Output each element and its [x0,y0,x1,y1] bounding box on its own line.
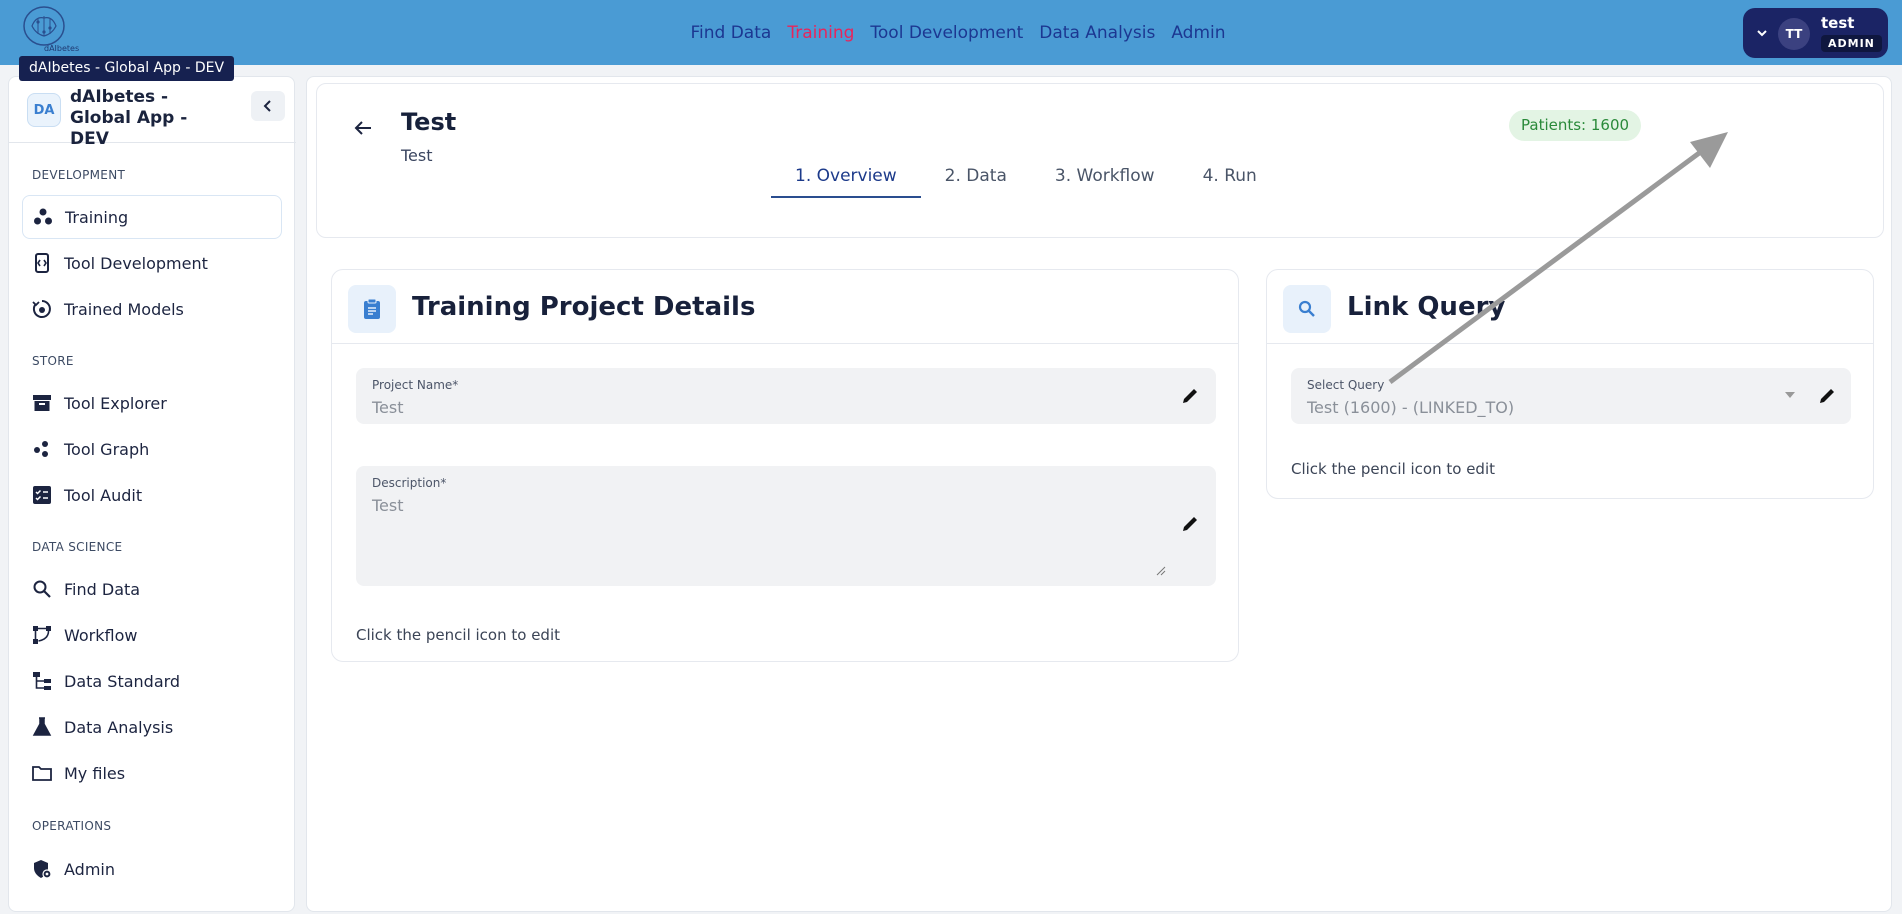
training-details-card: Training Project Details Project Name* T… [331,269,1239,662]
edit-hint: Click the pencil icon to edit [356,626,560,644]
select-query-dropdown[interactable]: Select Query Test (1600) - (LINKED_TO) [1291,368,1851,424]
sidebar-item-tool-graph[interactable]: Tool Graph [22,427,282,471]
sidebar-section-store: STORE [32,354,74,368]
back-button[interactable] [349,114,377,142]
user-role-badge: ADMIN [1821,35,1882,52]
main-content: Test Test Patients: 1600 1. Overview 2. … [306,76,1892,912]
sidebar-item-tool-explorer[interactable]: Tool Explorer [22,381,282,425]
field-value: Test [372,496,404,515]
sidebar-app-title: dAIbetes - Global App - DEV [70,87,188,149]
tab-workflow[interactable]: 3. Workflow [1031,166,1179,198]
edit-pencil-icon[interactable] [1178,512,1202,536]
sidebar-item-tool-audit[interactable]: Tool Audit [22,473,282,517]
sidebar-item-label: Tool Graph [64,439,150,459]
sidebar-item-label: My files [64,763,126,783]
sidebar-item-label: Data Standard [64,671,181,691]
field-label: Project Name* [372,378,459,392]
card-title: Link Query [1347,292,1506,322]
flask-icon [31,716,53,738]
sidebar-item-label: Tool Audit [64,485,143,505]
sidebar-item-label: Tool Development [64,253,208,273]
user-name: test [1821,14,1855,32]
graph-icon [31,438,53,460]
sidebar-item-label: Find Data [64,579,141,599]
edit-pencil-icon[interactable] [1815,384,1839,408]
sidebar-header: DA dAIbetes - Global App - DEV [9,77,296,149]
patients-label: Patients: [1521,116,1587,134]
sidebar-item-label: Admin [64,859,115,879]
sidebar-item-data-analysis[interactable]: Data Analysis [22,705,282,749]
top-nav: Find Data Training Tool Development Data… [0,0,1902,65]
dropdown-caret-icon [1785,392,1795,398]
sidebar-item-data-standard[interactable]: Data Standard [22,659,282,703]
link-query-card: Link Query Select Query Test (1600) - (L… [1266,269,1874,499]
sidebar-collapse-button[interactable] [251,91,285,121]
sidebar-item-label: Training [65,207,129,227]
tab-data[interactable]: 2. Data [921,166,1031,198]
resize-handle-icon[interactable] [1156,566,1166,576]
sidebar-item-label: Data Analysis [64,717,174,737]
arrow-left-icon [354,121,371,135]
patients-badge: Patients: 1600 [1509,110,1642,141]
chevron-left-icon [263,100,271,112]
topnav-tool-development[interactable]: Tool Development [870,23,1023,43]
topnav-data-analysis[interactable]: Data Analysis [1039,23,1155,43]
chevron-down-icon [1757,30,1767,37]
checklist-icon [31,484,53,506]
top-bar: dAIbetes Find Data Training Tool Develop… [0,0,1902,65]
sidebar-section-data-science: DATA SCIENCE [32,540,123,554]
edit-hint: Click the pencil icon to edit [1291,460,1495,478]
hierarchy-icon [31,670,53,692]
sidebar: DA dAIbetes - Global App - DEV DEVELOPME… [8,76,296,912]
search-icon [31,578,53,600]
field-label: Description* [372,476,447,490]
clipboard-icon [348,285,396,333]
sidebar-item-workflow[interactable]: Workflow [22,613,282,657]
avatar: TT [1778,18,1810,50]
page-subtitle: Test [401,146,433,165]
topnav-training[interactable]: Training [787,23,854,43]
description-field[interactable]: Description* Test [356,466,1216,586]
search-icon [1283,285,1331,333]
archive-icon [31,392,53,414]
trained-models-icon [31,298,53,320]
sidebar-item-label: Tool Explorer [64,393,167,413]
workflow-icon [31,624,53,646]
sidebar-item-training[interactable]: Training [22,195,282,239]
card-header: Link Query [1267,270,1873,344]
edit-pencil-icon[interactable] [1178,384,1202,408]
app-badge: DA [27,93,61,127]
sidebar-item-my-files[interactable]: My files [22,751,282,795]
admin-shield-icon [31,858,53,880]
page-title: Test [401,108,457,136]
project-header: Test Test Patients: 1600 1. Overview 2. … [316,83,1884,238]
folder-icon [31,762,53,784]
field-label: Select Query [1307,378,1385,392]
topnav-admin[interactable]: Admin [1171,23,1225,43]
card-header: Training Project Details [332,270,1238,344]
sidebar-section-development: DEVELOPMENT [32,168,126,182]
field-value: Test [372,398,404,417]
user-menu[interactable]: TT test ADMIN [1743,8,1888,58]
tab-run[interactable]: 4. Run [1179,166,1281,198]
sidebar-item-label: Workflow [64,625,138,645]
sidebar-section-operations: OPERATIONS [32,819,112,833]
topnav-find-data[interactable]: Find Data [690,23,771,43]
sidebar-item-trained-models[interactable]: Trained Models [22,287,282,331]
sidebar-item-tool-development[interactable]: Tool Development [22,241,282,285]
project-name-field[interactable]: Project Name* Test [356,368,1216,424]
patients-count: 1600 [1590,116,1630,134]
step-tabs: 1. Overview 2. Data 3. Workflow 4. Run [771,166,1281,198]
sidebar-item-label: Trained Models [64,299,184,319]
app-name-tooltip: dAIbetes - Global App - DEV [19,56,235,81]
card-title: Training Project Details [412,292,756,322]
sidebar-item-admin[interactable]: Admin [22,847,282,891]
sidebar-item-find-data[interactable]: Find Data [22,567,282,611]
training-icon [32,206,54,228]
field-value: Test (1600) - (LINKED_TO) [1307,398,1515,417]
tool-development-icon [31,252,53,274]
tab-overview[interactable]: 1. Overview [771,166,921,198]
